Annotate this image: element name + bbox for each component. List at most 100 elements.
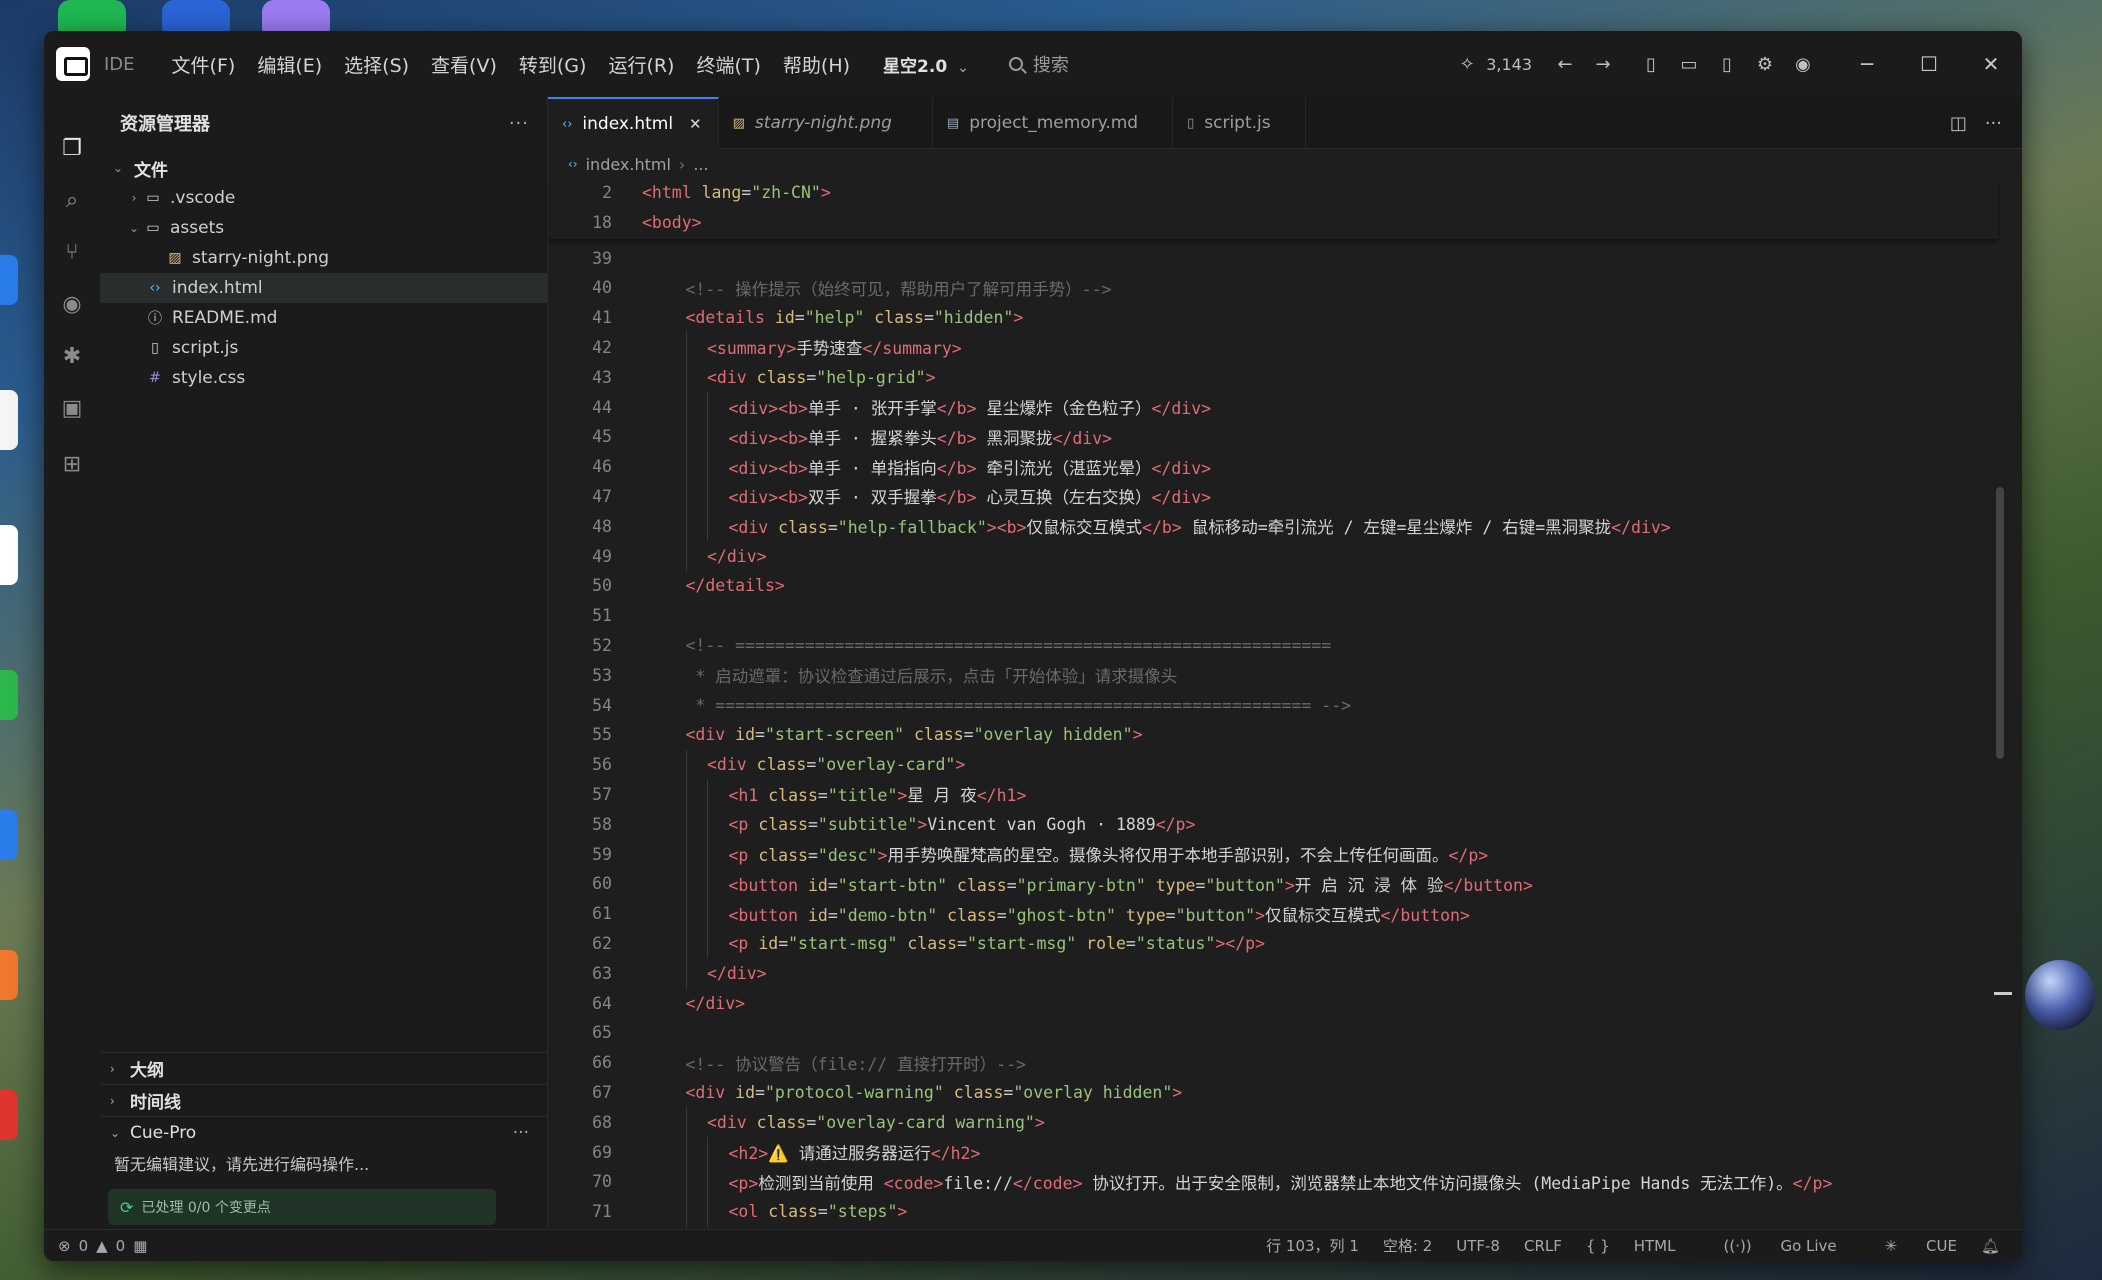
extensions-icon[interactable]: ⊞ (44, 439, 100, 489)
cue-pro-section[interactable]: ⌄ Cue-Pro ··· (100, 1116, 547, 1148)
code-line[interactable]: 55 <div id="start-screen" class="overlay … (548, 720, 1988, 750)
menu-go[interactable]: 转到(G) (508, 51, 598, 78)
code-line[interactable]: 64 </div> (548, 988, 1988, 1018)
code-area[interactable]: 39 40 <!-- 操作提示（始终可见，帮助用户了解可用手势）--> 41 <deta… (548, 179, 2022, 1229)
breadcrumb-file[interactable]: index.html (586, 155, 671, 174)
code-line[interactable]: 69 <h2>⚠️ 请通过服务器运行</h2> (548, 1137, 1988, 1167)
tab-script-js[interactable]: ▯ script.js (1173, 97, 1306, 149)
credit-count[interactable]: 3,143 (1486, 55, 1532, 74)
code-line[interactable]: 54 * ===================================… (548, 690, 1988, 720)
debug-bug-icon[interactable]: ✱ (44, 331, 100, 381)
warning-icon[interactable]: ▲ (96, 1237, 108, 1255)
menu-file[interactable]: 文件(F) (161, 51, 247, 78)
code-line[interactable]: 56 <div class="overlay-card"> (548, 749, 1988, 780)
menu-terminal[interactable]: 终端(T) (685, 51, 771, 78)
more-actions-icon[interactable]: ··· (1985, 113, 2002, 134)
tree-item-vscode[interactable]: › ▭ .vscode (100, 183, 547, 213)
tree-item-assets[interactable]: ⌄ ▭ assets (100, 213, 547, 243)
braces-indicator[interactable]: { } (1586, 1237, 1610, 1255)
menu-help[interactable]: 帮助(H) (772, 51, 861, 78)
cue-status-button[interactable]: ✳ CUE (1861, 1237, 1957, 1255)
code-line[interactable]: 52 <!-- =================================… (548, 630, 1988, 660)
breadcrumb-more[interactable]: ... (693, 155, 708, 174)
desktop-dock-item[interactable] (0, 1090, 18, 1140)
code-line[interactable]: 62 <p id="start-msg" class="start-msg" ro… (548, 928, 1988, 959)
desktop-dock-item[interactable] (0, 390, 18, 450)
desktop-dock-item[interactable] (0, 525, 18, 585)
code-line[interactable]: 18 <body> (548, 207, 1988, 237)
code-line[interactable]: 40 <!-- 操作提示（始终可见，帮助用户了解可用手势）--> (548, 273, 1988, 303)
menu-edit[interactable]: 编辑(E) (246, 51, 333, 78)
command-search[interactable]: 搜索 (1008, 51, 1069, 77)
desktop-dock-item[interactable] (0, 810, 18, 860)
desktop-dock-item[interactable] (0, 670, 18, 720)
notifications-bell-icon[interactable]: 🔔︎ (1981, 1237, 2000, 1255)
tree-item-index-html[interactable]: ‹› index.html (100, 273, 547, 303)
code-line[interactable]: 51 (548, 601, 1988, 631)
timeline-section[interactable]: › 时间线 (100, 1084, 547, 1116)
toggle-sidebar-icon[interactable]: ▯ (1632, 54, 1670, 75)
tab-project-memory-md[interactable]: ▤ project_memory.md (933, 97, 1174, 149)
tab-index-html[interactable]: ‹› index.html ✕ (548, 97, 719, 149)
explorer-icon[interactable]: ❐ (44, 123, 100, 173)
more-actions-icon[interactable]: ··· (509, 113, 529, 134)
remote-monitor-icon[interactable]: ▣ (44, 383, 100, 433)
code-line[interactable]: 46 <div><b>单手 · 单指指向</b> 牵引流光（湛蓝光晕）</div> (548, 451, 1988, 482)
line-ending[interactable]: CRLF (1524, 1237, 1562, 1255)
tree-item-readme[interactable]: ⓘ README.md (100, 303, 547, 333)
code-line[interactable]: 60 <button id="start-btn" class="primary-… (548, 868, 1988, 899)
ports-icon[interactable]: ▦ (133, 1237, 147, 1255)
encoding[interactable]: UTF-8 (1456, 1237, 1500, 1255)
back-arrow-icon[interactable]: ← (1546, 54, 1584, 75)
split-editor-icon[interactable]: ◫ (1950, 113, 1967, 134)
tree-item-script-js[interactable]: ▯ script.js (100, 333, 547, 363)
indentation[interactable]: 空格: 2 (1383, 1235, 1432, 1256)
toggle-secondary-sidebar-icon[interactable]: ▯ (1708, 54, 1746, 75)
language-mode[interactable]: HTML (1634, 1237, 1676, 1255)
error-icon[interactable]: ⊗ (58, 1237, 71, 1255)
forward-arrow-icon[interactable]: → (1584, 54, 1622, 75)
settings-gear-icon[interactable]: ⚙ (1746, 54, 1784, 75)
code-line[interactable]: 43 <div class="help-grid"> (548, 362, 1988, 393)
workspace-switcher[interactable]: 星空2.0 ⌄ (883, 52, 969, 77)
sticky-scroll-header[interactable]: 2 <html lang="zh-CN"> 18 <body> (548, 179, 1998, 239)
desktop-dock-item[interactable] (0, 255, 18, 305)
tree-item-starry-night-png[interactable]: ▨ starry-night.png (100, 243, 547, 273)
menu-view[interactable]: 查看(V) (420, 51, 508, 78)
code-line[interactable]: 63 </div> (548, 958, 1988, 989)
code-line[interactable]: 45 <div><b>单手 · 握紧拳头</b> 黑洞聚拢</div> (548, 421, 1988, 452)
floating-assistant-orb[interactable] (2025, 960, 2095, 1030)
code-line[interactable]: 50 </details> (548, 571, 1988, 601)
account-icon[interactable]: ◉ (1784, 54, 1822, 75)
go-live-button[interactable]: ((·)) Go Live (1699, 1237, 1836, 1255)
menu-run[interactable]: 运行(R) (597, 51, 685, 78)
error-count[interactable]: 0 (79, 1237, 89, 1255)
tree-root[interactable]: ⌄ 文件 (100, 153, 547, 183)
code-line[interactable]: 65 (548, 1018, 1988, 1048)
code-line[interactable]: 71 <ol class="steps"> (548, 1196, 1988, 1227)
code-line[interactable]: 68 <div class="overlay-card warning"> (548, 1107, 1988, 1138)
close-tab-icon[interactable]: ✕ (689, 115, 702, 133)
code-line[interactable]: 66 <!-- 协议警告（file:// 直接打开时）--> (548, 1048, 1988, 1078)
tab-starry-night-png[interactable]: ▨ starry-night.png (719, 97, 933, 149)
menu-selection[interactable]: 选择(S) (333, 51, 420, 78)
code-line[interactable]: 41 <details id="help" class="hidden"> (548, 303, 1988, 333)
code-line[interactable]: 59 <p class="desc">用手势唤醒梵高的星空。摄像头将仅用于本地手部… (548, 839, 1988, 869)
maximize-icon[interactable]: ☐ (1898, 52, 1960, 76)
outline-section[interactable]: › 大纲 (100, 1052, 547, 1084)
code-line[interactable]: 61 <button id="demo-btn" class="ghost-btn… (548, 898, 1988, 929)
code-line[interactable]: 49 </div> (548, 541, 1988, 571)
code-line[interactable]: 39 (548, 243, 1988, 273)
search-files-icon[interactable]: ⌕ (44, 175, 100, 225)
cursor-position[interactable]: 行 103，列 1 (1266, 1235, 1359, 1256)
cue-more-icon[interactable]: ··· (513, 1123, 529, 1143)
code-line[interactable]: 47 <div><b>双手 · 双手握拳</b> 心灵互换（左右交换）</div> (548, 481, 1988, 512)
code-line[interactable]: 58 <p class="subtitle">Vincent van Gogh ·… (548, 809, 1988, 840)
minimize-icon[interactable]: ─ (1836, 52, 1898, 76)
code-line[interactable]: 42 <summary>手势速查</summary> (548, 332, 1988, 363)
preview-eye-icon[interactable]: ◉ (44, 279, 100, 329)
code-line[interactable]: 44 <div><b>单手 · 张开手掌</b> 星尘爆炸（金色粒子）</div> (548, 392, 1988, 422)
desktop-dock-item[interactable] (0, 950, 18, 1000)
code-line[interactable]: 53 * 启动遮罩：协议检查通过后展示，点击「开始体验」请求摄像头 (548, 660, 1988, 690)
toggle-panel-icon[interactable]: ▭ (1670, 54, 1708, 75)
